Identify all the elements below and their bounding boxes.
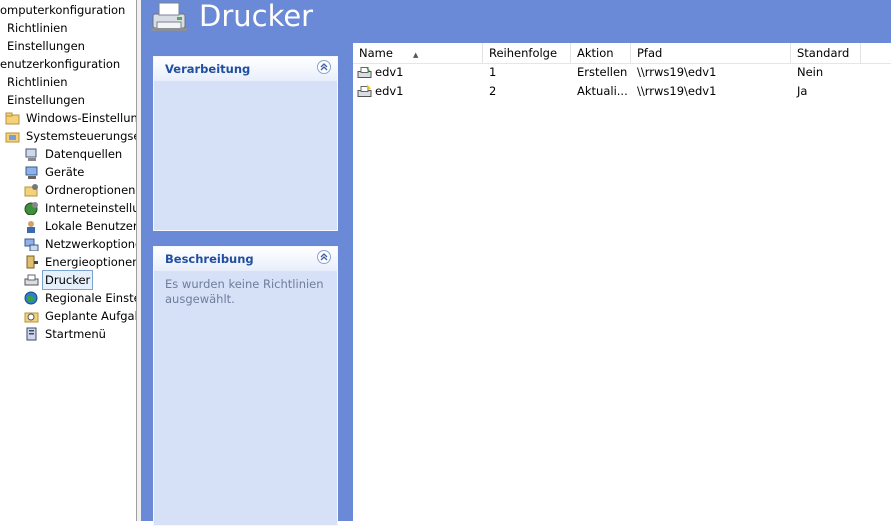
collapse-icon[interactable]	[317, 250, 331, 264]
column-action-label: Aktion	[577, 46, 614, 60]
column-default-label: Standard	[797, 46, 850, 60]
tree-item-label: Einstellungen	[7, 93, 85, 107]
tree-item-label: omputerkonfiguration	[0, 3, 126, 17]
tree-item-label: Regionale Einstel	[45, 291, 136, 305]
network-icon	[24, 238, 39, 251]
control-panel-icon	[5, 132, 20, 143]
folder-icon	[5, 112, 20, 125]
description-panel-header[interactable]: Beschreibung	[154, 247, 337, 271]
description-text: Es wurden keine Richtlinien ausgewählt.	[165, 277, 324, 306]
datasource-icon	[25, 148, 37, 161]
start-menu-icon	[26, 327, 37, 341]
column-default[interactable]: Standard	[791, 43, 861, 63]
tree-item-label: Interneteinstellur	[45, 201, 136, 215]
tree-item-label: Ordneroptionen	[45, 183, 136, 197]
cell-path: \\rrws19\edv1	[637, 65, 717, 79]
cell-action: Erstellen	[577, 65, 628, 79]
tree-item-label: Datenquellen	[45, 147, 123, 161]
tree-item-label: Geräte	[45, 165, 85, 179]
printer-icon	[151, 2, 187, 31]
column-name-label: Name	[359, 46, 393, 60]
tree-item-label: Startmenü	[45, 327, 106, 341]
cell-order: 2	[489, 84, 497, 98]
tree-item-label: Energieoptionen	[45, 255, 136, 269]
cell-order: 1	[489, 65, 497, 79]
cell-path: \\rrws19\edv1	[637, 84, 717, 98]
scheduled-task-icon	[24, 312, 39, 323]
local-users-icon	[27, 221, 35, 233]
tree-item-label: Netzwerkoptione	[45, 237, 136, 251]
processing-panel-body	[154, 81, 337, 93]
sort-ascending-icon: ▲	[413, 51, 419, 59]
processing-panel: Verarbeitung	[153, 56, 338, 231]
printer-create-icon	[357, 66, 372, 78]
processing-panel-header[interactable]: Verarbeitung	[154, 57, 337, 81]
tree-item-label: enutzerkonfiguration	[0, 57, 121, 71]
column-header: Name ▲ Reihenfolge Aktion Pfad Standard	[353, 43, 891, 64]
printer-icon	[24, 274, 39, 286]
column-action[interactable]: Aktion	[571, 43, 631, 63]
column-order[interactable]: Reihenfolge	[483, 43, 571, 63]
column-path[interactable]: Pfad	[631, 43, 791, 63]
processing-panel-title: Verarbeitung	[165, 62, 251, 76]
folder-options-icon	[24, 184, 38, 197]
tree-item-label: Einstellungen	[7, 39, 85, 53]
tree-item-label: Windows-Einstellung	[26, 111, 136, 125]
devices-icon	[25, 166, 38, 179]
page-title: Drucker	[199, 0, 314, 33]
cell-name: edv1	[375, 65, 404, 79]
power-icon	[26, 255, 38, 269]
table-row[interactable]: edv1 2 Aktuali... \\rrws19\edv1 Ja	[353, 82, 891, 101]
column-path-label: Pfad	[637, 46, 663, 60]
cell-default: Ja	[797, 84, 808, 98]
column-order-label: Reihenfolge	[489, 46, 558, 60]
tree-item-label: Lokale Benutzer u	[45, 219, 136, 233]
cell-default: Nein	[797, 65, 824, 79]
main-pane: Drucker Verarbeitung Beschreibung Es wur	[141, 0, 891, 526]
description-panel: Beschreibung Es wurden keine Richtlinien…	[153, 246, 338, 526]
printer-list[interactable]: Name ▲ Reihenfolge Aktion Pfad Standard …	[353, 43, 891, 521]
navigation-tree[interactable]: omputerkonfiguration Richtlinien Einstellu…	[0, 0, 136, 521]
tree-item-label: Richtlinien	[7, 21, 68, 35]
tree-item-label: Drucker	[41, 270, 94, 290]
table-row[interactable]: edv1 1 Erstellen \\rrws19\edv1 Nein	[353, 63, 891, 82]
printer-update-icon	[357, 84, 372, 97]
tree-item-label: Geplante Aufgab	[45, 309, 136, 323]
tree-item-label: Systemsteuerungseir	[26, 129, 136, 143]
column-name[interactable]: Name ▲	[353, 43, 483, 63]
globe-icon	[24, 291, 38, 305]
internet-settings-icon	[24, 202, 38, 215]
tree-item-label: Richtlinien	[7, 75, 68, 89]
cell-name: edv1	[375, 84, 404, 98]
cell-action: Aktuali...	[577, 84, 628, 98]
collapse-icon[interactable]	[317, 60, 331, 74]
description-panel-title: Beschreibung	[165, 252, 254, 266]
